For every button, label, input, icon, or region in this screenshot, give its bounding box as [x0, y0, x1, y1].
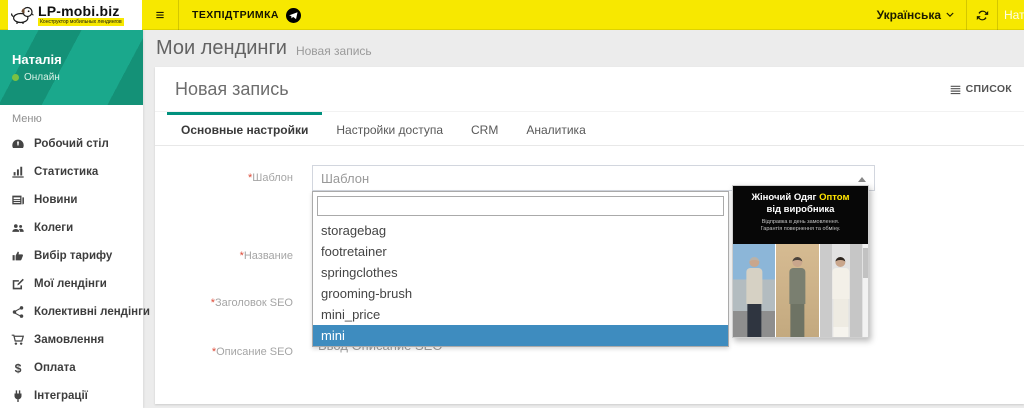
preview-photo-1	[733, 244, 775, 337]
seo-title-field-label: *Заголовок SEO	[180, 297, 293, 309]
template-field-label: *Шаблон	[180, 172, 293, 184]
sidebar-user-panel: Наталія Онлайн	[0, 30, 143, 105]
sidebar-item-news[interactable]: Новини	[0, 186, 143, 214]
tab-main-settings[interactable]: Основные настройки	[167, 112, 322, 145]
tab-crm[interactable]: CRM	[457, 112, 512, 145]
user-menu-label: Натал	[1004, 8, 1024, 22]
tech-support-link[interactable]: ТЕХПІДТРИМКА	[192, 0, 301, 30]
edit-icon	[11, 277, 25, 291]
plug-icon	[11, 389, 25, 403]
preview-header: Жіночий Одяг Оптом від виробника Відправ…	[733, 186, 868, 244]
dropdown-option-highlighted[interactable]: mini	[313, 325, 728, 346]
language-label: Українська	[877, 8, 941, 22]
svg-text:$: $	[15, 361, 22, 375]
dropdown-option[interactable]: footretainer	[313, 241, 728, 262]
refresh-button[interactable]	[966, 0, 998, 30]
refresh-icon	[976, 9, 989, 22]
topbar-divider	[178, 0, 179, 30]
users-icon	[11, 221, 25, 235]
dashboard-icon	[11, 137, 25, 151]
sidebar-user-name: Наталія	[12, 52, 143, 67]
sidebar-item-orders[interactable]: Замовлення	[0, 326, 143, 354]
record-card: Новая запись список Основные настройки Н…	[155, 67, 1024, 404]
preview-headline-2: від виробника	[733, 204, 868, 216]
card-title: Новая запись	[175, 79, 289, 100]
thumbs-up-icon	[11, 249, 25, 263]
preview-scrollbar-thumb[interactable]	[863, 248, 868, 278]
name-field-label: *Название	[180, 250, 293, 262]
telegram-icon	[286, 8, 301, 23]
chevron-down-icon	[946, 12, 954, 18]
sidebar-section-label: Меню	[0, 105, 143, 130]
cart-icon	[11, 333, 25, 347]
sidebar-item-dashboard[interactable]: Робочий стіл	[0, 130, 143, 158]
sidebar-item-payment[interactable]: $ Оплата	[0, 354, 143, 382]
tech-support-label: ТЕХПІДТРИМКА	[192, 9, 279, 21]
sidebar-item-integrations[interactable]: Інтеграції	[0, 382, 143, 408]
select-arrow-icon	[858, 177, 866, 182]
page-title: Мои лендинги	[156, 37, 287, 60]
logo[interactable]: LP-mobi.biz Конструктор мобильных лендин…	[8, 0, 142, 30]
dropdown-option[interactable]: springclothes	[313, 262, 728, 283]
logo-dog-icon	[11, 5, 35, 25]
top-navbar: LP-mobi.biz Конструктор мобильных лендин…	[0, 0, 1024, 30]
logo-title: LP-mobi.biz	[38, 5, 124, 18]
sidebar-item-tariff[interactable]: Вибір тарифу	[0, 242, 143, 270]
sidebar-user-status: Онлайн	[12, 72, 143, 83]
template-dropdown: storagebag footretainer springclothes gr…	[312, 191, 729, 347]
template-preview: Жіночий Одяг Оптом від виробника Відправ…	[732, 185, 869, 338]
sidebar-item-my-landings[interactable]: Мої лендінги	[0, 270, 143, 298]
news-icon	[11, 193, 25, 207]
dropdown-option[interactable]: grooming-brush	[313, 283, 728, 304]
preview-photo-2	[776, 244, 818, 337]
sidebar-item-colleagues[interactable]: Колеги	[0, 214, 143, 242]
preview-subline: Відправка в день замовлення. Гарантія по…	[733, 219, 868, 233]
card-header: Новая запись список	[155, 67, 1024, 112]
dropdown-search-input[interactable]	[318, 197, 723, 215]
list-button[interactable]: список	[950, 83, 1012, 95]
dollar-icon: $	[11, 361, 25, 375]
user-menu[interactable]: Натал	[998, 0, 1024, 30]
language-selector[interactable]: Українська	[865, 0, 966, 30]
tab-analytics[interactable]: Аналитика	[512, 112, 599, 145]
sidebar-item-statistics[interactable]: Статистика	[0, 158, 143, 186]
preview-photos	[733, 244, 862, 337]
preview-photo-3	[820, 244, 862, 337]
dropdown-search	[317, 196, 724, 216]
breadcrumb-sub: Новая запись	[296, 44, 372, 58]
sidebar: Наталія Онлайн Меню Робочий стіл Статист…	[0, 30, 143, 408]
sidebar-item-collective-landings[interactable]: Колективні лендінги	[0, 298, 143, 326]
online-status-icon	[12, 74, 19, 81]
breadcrumb: Мои лендинги Новая запись	[143, 30, 1024, 67]
template-select-placeholder: Шаблон	[321, 171, 369, 186]
dropdown-option[interactable]: mini_price	[313, 304, 728, 325]
dropdown-option[interactable]: storagebag	[313, 220, 728, 241]
preview-headline: Жіночий Одяг Оптом	[733, 192, 868, 204]
preview-headline-accent: Оптом	[819, 192, 849, 203]
list-button-label: список	[966, 83, 1012, 95]
main-content: Мои лендинги Новая запись Новая запись с…	[143, 30, 1024, 408]
bar-chart-icon	[11, 165, 25, 179]
online-status-label: Онлайн	[24, 72, 60, 83]
share-icon	[11, 305, 25, 319]
seo-description-field-label: *Описание SEO	[180, 346, 293, 358]
tab-bar: Основные настройки Настройки доступа CRM…	[155, 112, 1024, 146]
logo-subtitle: Конструктор мобильных лендингов	[38, 18, 124, 26]
list-icon	[950, 84, 961, 95]
preview-scrollbar[interactable]	[862, 244, 868, 337]
tab-access-settings[interactable]: Настройки доступа	[322, 112, 457, 145]
sidebar-toggle-button[interactable]: ≡	[146, 0, 174, 30]
